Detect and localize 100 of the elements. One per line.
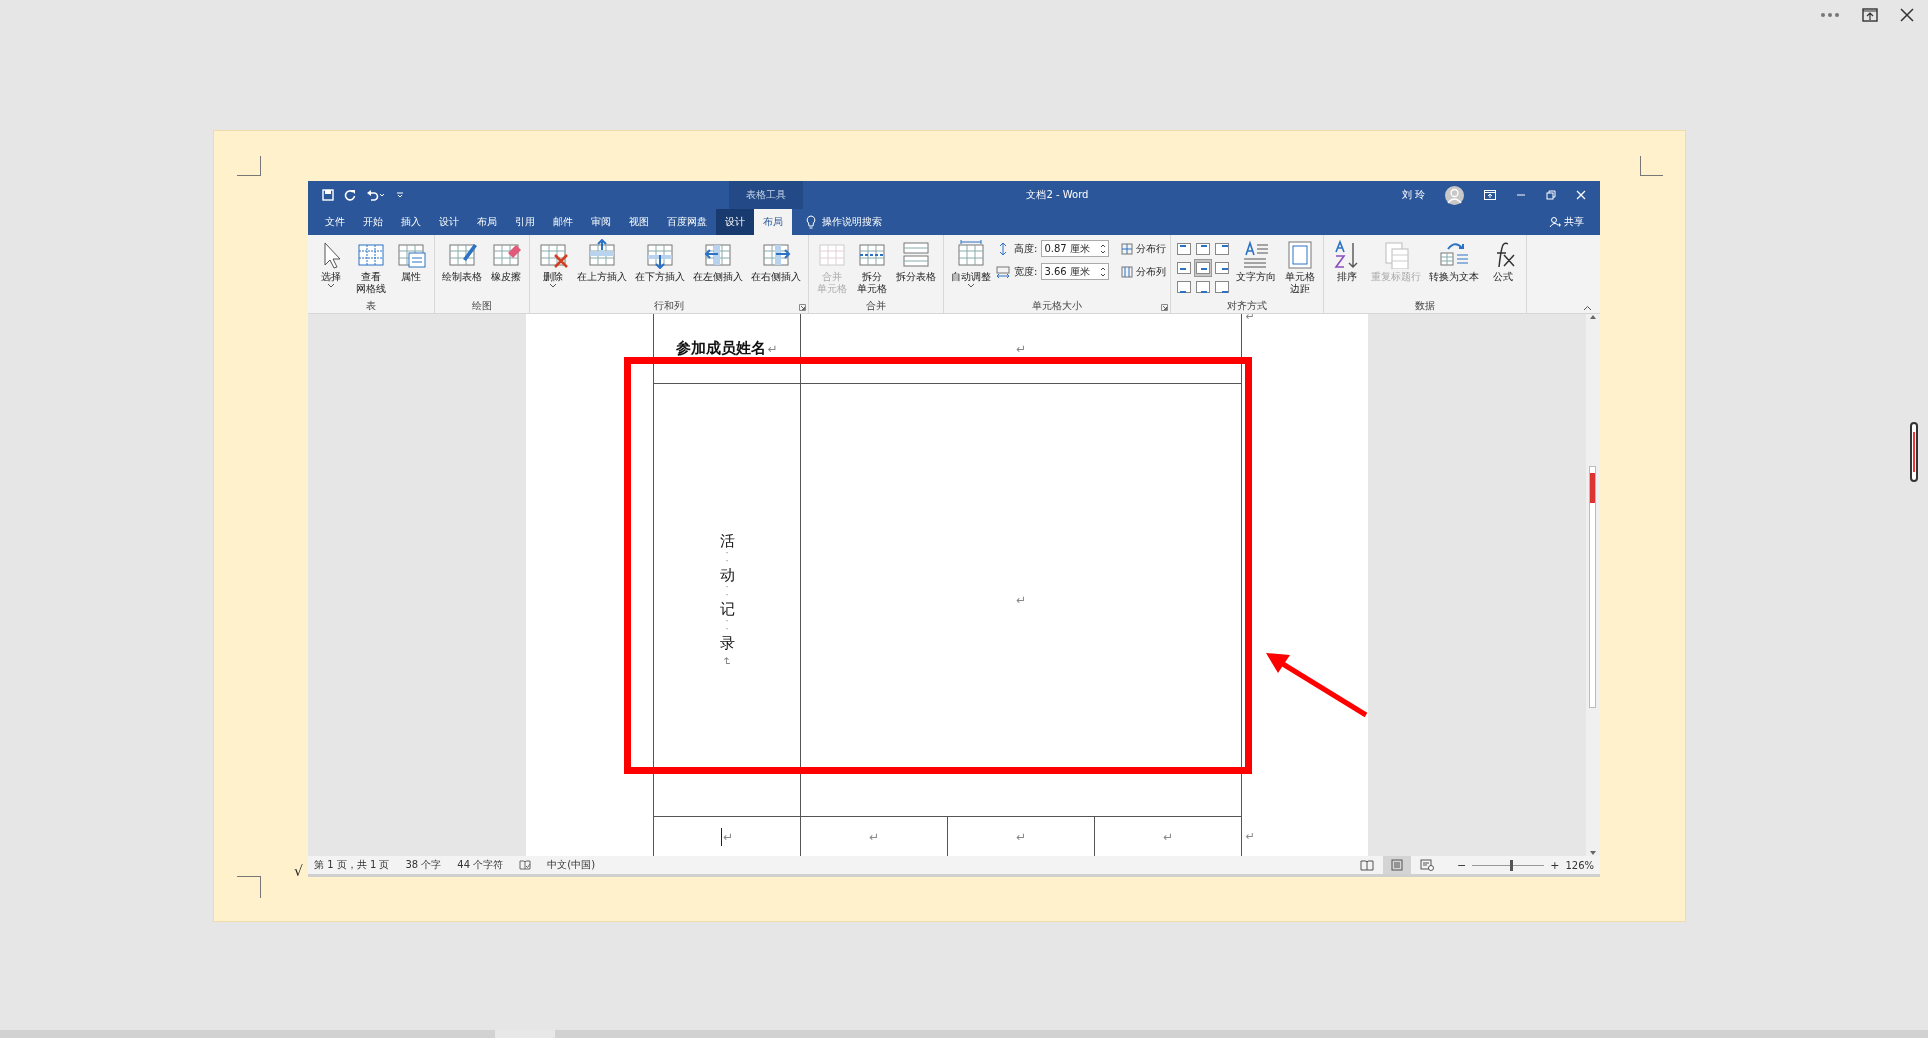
align-icon (1177, 243, 1192, 255)
paragraph-mark: ↵ (720, 656, 734, 667)
column-width-icon (996, 264, 1010, 279)
paragraph-mark: ↵ (1162, 829, 1174, 844)
launcher-icon[interactable] (799, 304, 806, 311)
scroll-thumb[interactable] (1910, 422, 1918, 482)
autofit-button[interactable]: 自动调整 (948, 238, 994, 292)
ribbon-tab[interactable]: 开始 (354, 209, 392, 235)
vertical-label: 活··动··记··录 (719, 532, 735, 652)
ribbon-tab[interactable]: 邮件 (544, 209, 582, 235)
ribbon-tab[interactable]: 布局 (754, 209, 792, 235)
distribute-button[interactable]: 分布行 (1113, 241, 1167, 256)
group-label: 对齐方式 (1226, 299, 1269, 313)
close-icon[interactable] (1900, 8, 1914, 22)
scroll-thumb[interactable] (1589, 466, 1596, 708)
spinner-icon[interactable] (1100, 265, 1107, 278)
tell-me-field[interactable]: 操作说明搜索 (822, 215, 882, 229)
split-cells-button[interactable]: 拆分 单元格 (853, 238, 891, 296)
spin-field[interactable]: 0.87 厘米 (1041, 240, 1110, 257)
customize-icon[interactable] (396, 191, 404, 199)
ribbon-tab[interactable]: 设计 (716, 209, 754, 235)
ribbon-tab[interactable]: 百度网盘 (658, 209, 716, 235)
insert-right-button[interactable]: 在右侧插入 (748, 238, 804, 284)
pencil-table-button[interactable]: 绘制表格 (439, 238, 485, 284)
lightbulb-icon (806, 215, 816, 229)
ribbon-tab[interactable]: 文件 (316, 209, 354, 235)
undo-icon[interactable] (366, 189, 386, 201)
zoom-out-button[interactable]: − (1456, 858, 1467, 872)
launcher-icon[interactable] (1161, 304, 1169, 311)
check-mark-text: √ (294, 863, 303, 879)
distribute-rows-icon (1121, 242, 1134, 255)
align-button[interactable] (1194, 259, 1213, 277)
delete-table-button[interactable]: 删除 (534, 238, 572, 292)
redo-icon[interactable] (344, 189, 356, 201)
group-label: 合并 (865, 299, 887, 313)
split-table-button[interactable]: 拆分表格 (893, 238, 939, 284)
paragraph-mark: ↵ (868, 829, 880, 844)
align-button[interactable] (1175, 278, 1194, 296)
align-button[interactable] (1213, 278, 1232, 296)
view-button[interactable] (1382, 856, 1411, 874)
group-label: 表 (365, 299, 377, 313)
eraser-button[interactable]: 橡皮擦 (487, 238, 525, 284)
table-properties-button[interactable]: 属性 (392, 238, 430, 284)
status-text[interactable]: 中文(中国) (547, 858, 596, 872)
field-label: 宽度: (1014, 264, 1038, 279)
align-button[interactable] (1194, 240, 1213, 258)
cell-margins-button[interactable]: 单元格 边距 (1281, 238, 1320, 296)
spin-field[interactable]: 3.66 厘米 (1041, 263, 1110, 280)
align-button[interactable] (1213, 259, 1232, 277)
context-label: 表格工具 (746, 188, 786, 202)
split-table-icon (900, 239, 932, 269)
read-mode-icon (1359, 859, 1374, 871)
align-icon (1215, 243, 1230, 255)
align-button[interactable] (1213, 240, 1232, 258)
save-icon[interactable] (322, 189, 334, 201)
text-direction-button[interactable]: 文字方向 (1233, 238, 1280, 284)
cell-label: 参加成员姓名 (676, 339, 767, 358)
align-button[interactable] (1175, 259, 1194, 277)
text-cursor (720, 827, 722, 846)
ribbon-tab[interactable]: 布局 (468, 209, 506, 235)
caret-icon (967, 283, 975, 289)
avatar-icon[interactable] (1445, 185, 1464, 205)
restore-icon[interactable] (1546, 190, 1556, 200)
insert-left-button[interactable]: 在左侧插入 (690, 238, 746, 284)
insert-above-button[interactable]: 在上方插入 (574, 238, 630, 284)
align-button[interactable] (1175, 240, 1194, 258)
align-button[interactable] (1194, 278, 1213, 296)
collapse-icon[interactable] (1583, 305, 1592, 311)
slider-thumb[interactable] (1510, 859, 1514, 871)
cursor-button[interactable]: 选择 (312, 238, 350, 292)
zoom-in-button[interactable]: + (1550, 858, 1560, 872)
window-title: 文档2 - Word (1026, 188, 1089, 202)
web-layout-icon (1419, 859, 1434, 871)
ribbon-tab[interactable]: 视图 (620, 209, 658, 235)
ribbon-tab[interactable]: 审阅 (582, 209, 620, 235)
status-text[interactable]: 38 个字 (405, 858, 442, 872)
table-grid-button[interactable]: 查看 网格线 (352, 238, 390, 296)
align-icon (1196, 281, 1211, 293)
paragraph-mark: ↵ (722, 829, 734, 844)
sort-button[interactable]: 排序 (1328, 238, 1367, 284)
ribbon-display-icon[interactable] (1484, 190, 1496, 200)
paragraph-mark: ↵ (1015, 341, 1027, 356)
ribbon-tab[interactable]: 设计 (430, 209, 468, 235)
spinner-icon[interactable] (1100, 242, 1107, 255)
proofing-icon[interactable] (519, 860, 532, 870)
group-label: 行和列 (653, 299, 685, 313)
status-text[interactable]: 44 个字符 (457, 858, 504, 872)
align-icon (1177, 262, 1192, 274)
distribute-button[interactable]: 分布列 (1113, 264, 1167, 279)
share-button[interactable]: 共享 (1543, 214, 1600, 230)
more-icon[interactable] (1820, 12, 1840, 18)
status-text[interactable]: 第 1 页，共 1 页 (314, 858, 390, 872)
ribbon-tab[interactable]: 插入 (392, 209, 430, 235)
ribbon-tab[interactable]: 引用 (506, 209, 544, 235)
insert-below-button[interactable]: 在下方插入 (632, 238, 688, 284)
paragraph-mark: ↵ (1245, 830, 1255, 843)
convert-table-button[interactable]: 转换为文本 (1426, 238, 1483, 284)
distribute-columns-icon (1121, 265, 1134, 278)
formula-button[interactable]: 公式 (1484, 238, 1523, 284)
window-mode-icon[interactable] (1862, 8, 1878, 22)
